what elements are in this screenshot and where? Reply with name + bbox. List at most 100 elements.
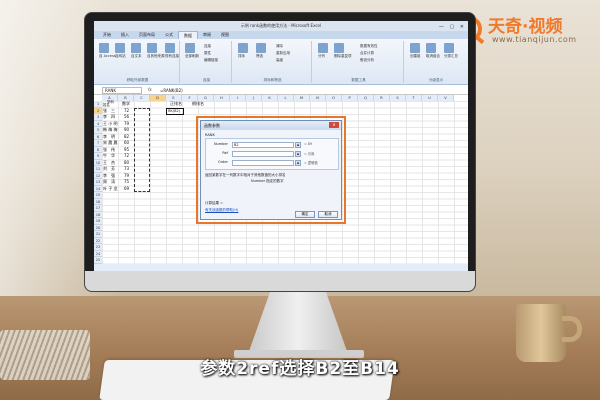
clear-button[interactable]: 清除 xyxy=(276,44,283,49)
ribbon-group-sort-filter: 排序 筛选 清除 重新应用 高级 排序和筛选 xyxy=(234,41,312,83)
text-to-columns-button[interactable]: 分列 xyxy=(318,43,328,59)
tab-insert[interactable]: 插入 xyxy=(116,31,134,39)
advanced-button[interactable]: 高级 xyxy=(276,58,283,63)
name-cell[interactable]: 叶 子 龙 xyxy=(103,186,118,193)
connections-button[interactable]: 连接 xyxy=(204,44,211,49)
group-icon xyxy=(410,43,420,53)
group-button[interactable]: 创建组 xyxy=(410,43,421,59)
duplicates-icon xyxy=(334,43,344,53)
score-cell[interactable]: 69 xyxy=(124,186,129,193)
result-label: 计算结果 = xyxy=(205,201,224,205)
brand-name: 天奇·视频 xyxy=(488,17,563,37)
monitor-chin xyxy=(85,271,475,291)
ribbon-group-external-data: 自 Access 自网站 自文本 自其他来源 现有连接 获取外部数据 xyxy=(96,41,180,83)
filter-icon xyxy=(256,43,266,53)
fx-icon[interactable]: fx xyxy=(148,87,152,92)
ribbon-group-data-tools: 分列 删除重复项 数据有效性 合并计算 假设分析 数据工具 xyxy=(314,41,404,83)
consolidate-button[interactable]: 合并计算 xyxy=(360,51,374,56)
ungroup-button[interactable]: 取消组合 xyxy=(426,43,440,59)
web-icon xyxy=(115,43,125,53)
formula-input[interactable]: =RANK(B2) xyxy=(160,87,183,94)
number-input[interactable]: B2 xyxy=(232,142,294,148)
ribbon-group-connections: 全部刷新 连接 属性 编辑链接 连接 xyxy=(182,41,232,83)
range-picker-icon[interactable]: ⊞ xyxy=(295,142,301,148)
tab-page-layout[interactable]: 页面布局 xyxy=(134,31,160,39)
help-link[interactable]: 有关该函数的帮助(H) xyxy=(205,208,238,213)
filter-button[interactable]: 筛选 xyxy=(256,43,266,59)
what-if-button[interactable]: 假设分析 xyxy=(360,58,374,63)
active-cell-d2 xyxy=(166,108,184,115)
dialog-title-text: 函数参数 xyxy=(204,123,220,128)
edit-links-button[interactable]: 编辑链接 xyxy=(204,58,218,63)
ribbon-group-label: 连接 xyxy=(202,78,211,82)
columns-icon xyxy=(318,43,328,53)
connections-icon xyxy=(165,43,175,53)
refresh-all-button[interactable]: 全部刷新 xyxy=(185,43,199,59)
cell-e1[interactable]: 倒排名 xyxy=(192,101,204,108)
function-name: RANK xyxy=(205,133,215,137)
from-other-sources-button[interactable]: 自其他来源 xyxy=(147,43,165,59)
tab-data[interactable]: 数据 xyxy=(178,31,198,39)
ok-button[interactable]: 确定 xyxy=(295,211,315,218)
ribbon-tabs: 开始 插入 页面布局 公式 数据 审阅 视图 xyxy=(94,31,468,39)
formula-bar: RANK fx =RANK(B2) xyxy=(94,86,468,95)
ungroup-icon xyxy=(426,43,436,53)
ribbon-group-outline: 创建组 取消组合 分类汇总 分级显示 xyxy=(406,41,466,83)
ribbon-group-label: 数据工具 xyxy=(351,78,366,82)
arg-label: Order xyxy=(218,160,228,164)
tab-review[interactable]: 审阅 xyxy=(198,31,216,39)
subtotal-icon xyxy=(444,43,454,53)
function-description: 返回某数字在一列数字中相对于其他数值的大小排名 xyxy=(205,173,286,177)
quick-access-toolbar[interactable] xyxy=(97,23,127,29)
ribbon-group-label: 获取外部数据 xyxy=(126,78,149,82)
sort-button[interactable]: 排序 xyxy=(238,43,248,59)
dialog-title: 函数参数 ✕ xyxy=(201,121,341,130)
window-title: 示例 rank函数的使用方法 - Microsoft Excel xyxy=(240,23,322,28)
arg-label: Number xyxy=(213,142,228,146)
from-text-button[interactable]: 自文本 xyxy=(131,43,142,59)
cancel-button[interactable]: 取消 xyxy=(318,211,338,218)
refresh-icon xyxy=(185,43,195,53)
brand-url: www.tianqijun.com xyxy=(492,35,577,44)
video-subtitle: 参数2ref选择B2至B14 xyxy=(200,359,400,379)
text-file-icon xyxy=(131,43,141,53)
tab-view[interactable]: 视图 xyxy=(216,31,234,39)
remove-duplicates-button[interactable]: 删除重复项 xyxy=(334,43,352,59)
tab-formulas[interactable]: 公式 xyxy=(160,31,178,39)
order-input[interactable] xyxy=(232,160,294,166)
arg-row-ref: Ref ⊞ = 引用 xyxy=(206,150,340,158)
close-icon[interactable]: ✕ xyxy=(329,122,339,128)
properties-button[interactable]: 属性 xyxy=(204,51,211,56)
arg-row-number: Number B2 ⊞ = 89 xyxy=(206,141,340,149)
selection-marquee-b2-b14 xyxy=(134,108,150,192)
function-arguments-dialog: 函数参数 ✕ RANK Number B2 ⊞ = 89 Ref ⊞ = 引用 … xyxy=(200,120,342,220)
argument-box: Number B2 ⊞ = 89 Ref ⊞ = 引用 Order ⊞ = 逻辑… xyxy=(205,138,339,170)
sort-icon xyxy=(238,43,248,53)
tab-home[interactable]: 开始 xyxy=(98,31,116,39)
arg-result: = 逻辑值 xyxy=(304,161,318,165)
access-icon xyxy=(99,43,109,53)
row-header[interactable]: 25 xyxy=(94,257,102,264)
arg-result: = 引用 xyxy=(304,152,315,156)
data-validation-button[interactable]: 数据有效性 xyxy=(360,44,378,49)
ribbon-group-label: 排序和筛选 xyxy=(263,78,282,82)
cell-d1[interactable]: 正排名 xyxy=(170,101,182,108)
name-box[interactable]: RANK xyxy=(102,87,142,94)
range-picker-icon[interactable]: ⊞ xyxy=(295,151,301,157)
ribbon: 自 Access 自网站 自文本 自其他来源 现有连接 获取外部数据 全部刷新 … xyxy=(94,39,468,85)
ribbon-group-label: 分级显示 xyxy=(428,78,444,82)
from-access-button[interactable]: 自 Access xyxy=(99,43,116,59)
from-web-button[interactable]: 自网站 xyxy=(115,43,126,59)
arg-row-order: Order ⊞ = 逻辑值 xyxy=(206,159,340,167)
ref-input[interactable] xyxy=(232,151,294,157)
existing-connections-button[interactable]: 现有连接 xyxy=(165,43,179,59)
range-picker-icon[interactable]: ⊞ xyxy=(295,160,301,166)
sheet-tabs[interactable] xyxy=(94,264,468,271)
arg-result: = 89 xyxy=(304,142,313,146)
reapply-button[interactable]: 重新应用 xyxy=(276,51,290,56)
excel-titlebar: 示例 rank函数的使用方法 - Microsoft Excel — ▢ ✕ xyxy=(94,21,468,31)
arg-label: Ref xyxy=(222,151,228,155)
parameter-hint: Number 指定的数字 xyxy=(251,179,284,183)
subtotal-button[interactable]: 分类汇总 xyxy=(444,43,458,59)
other-sources-icon xyxy=(147,43,157,53)
